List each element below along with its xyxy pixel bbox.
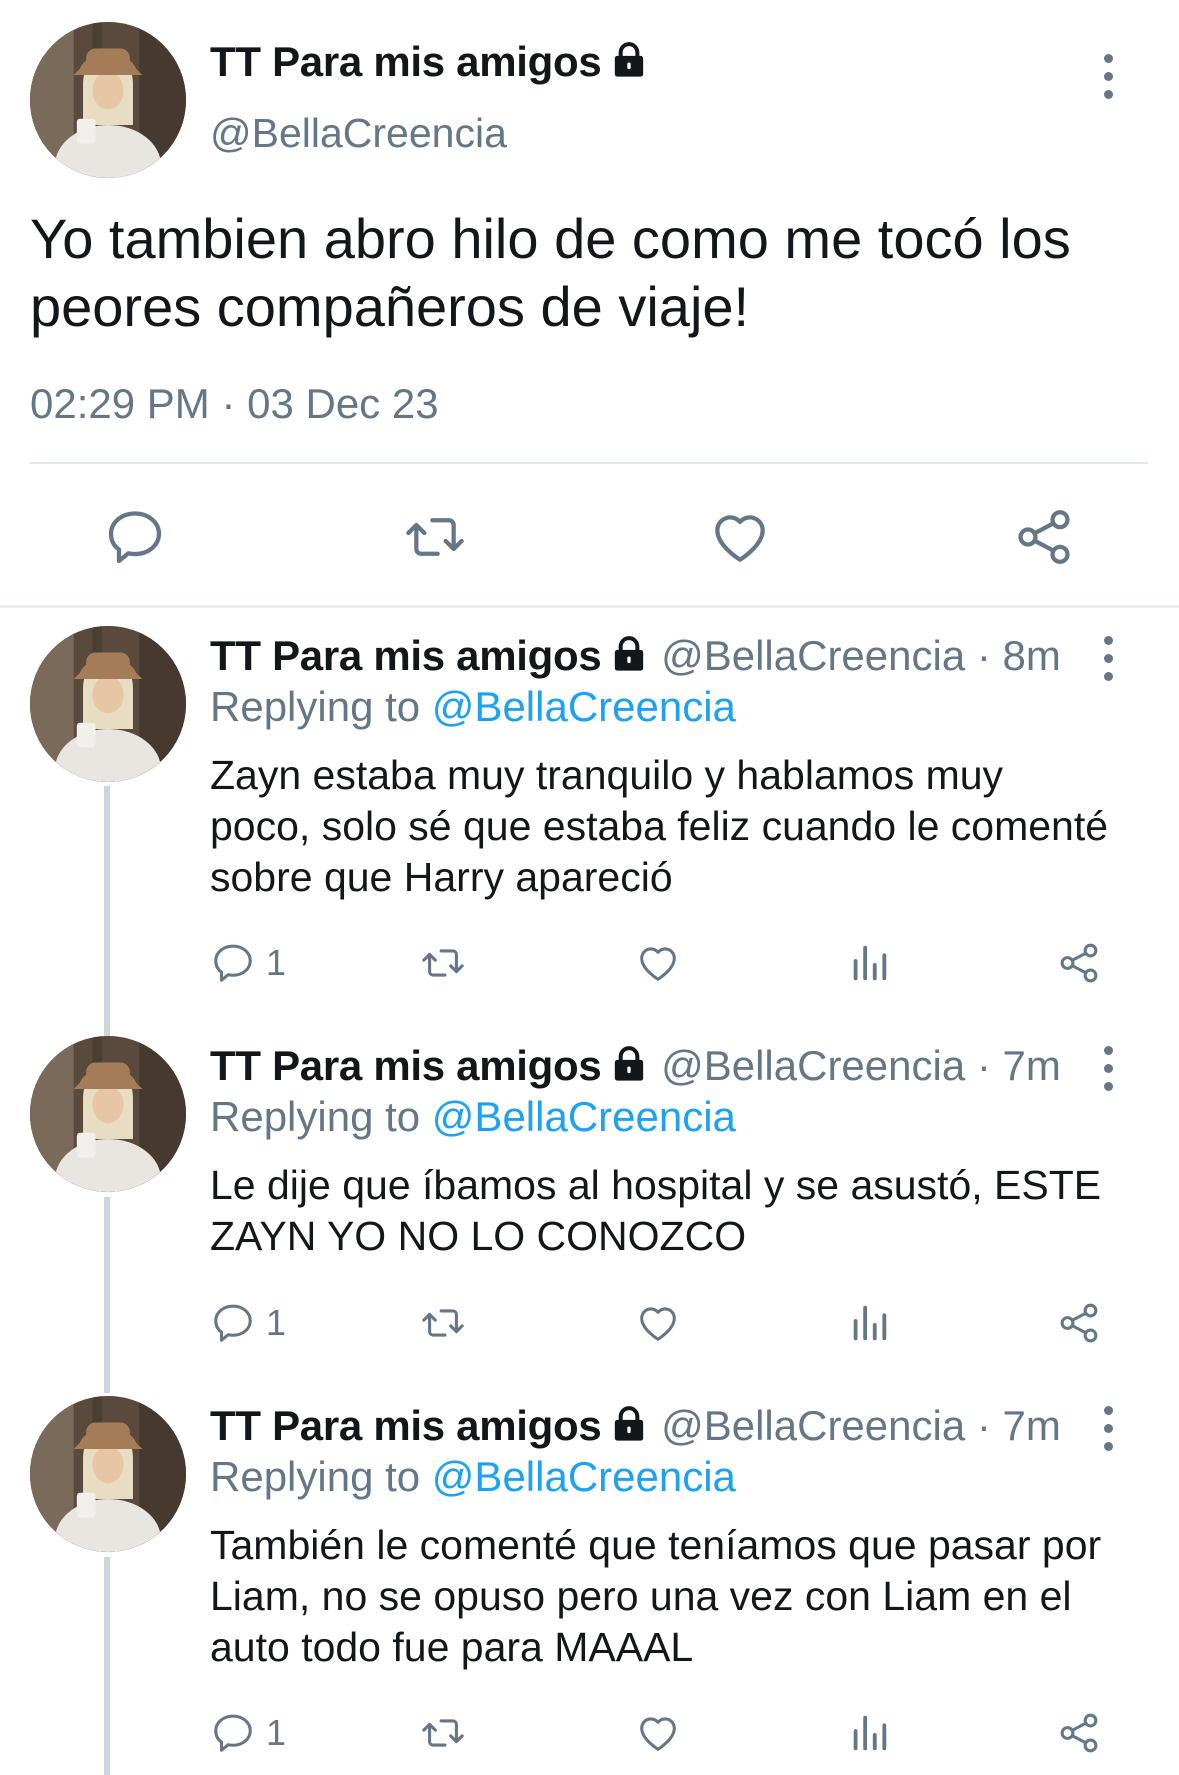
reply-header: TT Para mis amigos @BellaCreencia · 7m [210, 1402, 1061, 1450]
user-handle[interactable]: @BellaCreencia [210, 110, 507, 157]
like-icon[interactable] [708, 505, 772, 569]
replying-prefix: Replying to [210, 1453, 421, 1500]
avatar-image [30, 22, 186, 178]
reply-text: Zayn estaba muy tranquilo y hablamos muy… [210, 752, 1109, 900]
separator-dot: · [976, 632, 991, 679]
lock-icon [609, 634, 649, 674]
more-options-icon[interactable] [1100, 54, 1116, 99]
reply-tweet[interactable]: TT Para mis amigos @BellaCreencia · 8m R… [0, 626, 1179, 1006]
like-icon[interactable] [635, 938, 681, 988]
separator-dot: · [976, 1042, 991, 1089]
avatar-image [30, 626, 186, 782]
reply-time[interactable]: 7m [1003, 1042, 1061, 1089]
lock-icon [609, 1044, 649, 1084]
more-options-icon[interactable] [1100, 1046, 1116, 1091]
replying-prefix: Replying to [210, 683, 421, 730]
user-handle[interactable]: @BellaCreencia [661, 632, 965, 679]
retweet-icon[interactable] [420, 1298, 466, 1348]
reply-icon[interactable] [103, 505, 167, 569]
more-options-icon[interactable] [1100, 1406, 1116, 1451]
reply-actions: 1 [210, 938, 1110, 988]
reply-tweet[interactable]: TT Para mis amigos @BellaCreencia · 7m R… [0, 1396, 1179, 1775]
reply-header: TT Para mis amigos @BellaCreencia · 7m [210, 1042, 1061, 1090]
avatar[interactable] [30, 22, 186, 178]
reply-header: TT Para mis amigos @BellaCreencia · 8m [210, 632, 1061, 680]
reply-count: 1 [266, 942, 287, 983]
replying-to-link[interactable]: @BellaCreencia [432, 1093, 736, 1140]
user-handle[interactable]: @BellaCreencia [661, 1402, 965, 1449]
retweet-icon[interactable] [403, 505, 467, 569]
share-icon[interactable] [1056, 1298, 1102, 1348]
reply-time[interactable]: 7m [1003, 1402, 1061, 1449]
reply-button[interactable]: 1 [210, 1298, 286, 1348]
reply-actions: 1 [210, 1298, 1110, 1348]
analytics-icon[interactable] [846, 938, 892, 988]
like-icon[interactable] [635, 1298, 681, 1348]
lock-icon [609, 40, 649, 80]
retweet-icon[interactable] [420, 938, 466, 988]
tweet-text: Yo tambien abro hilo de como me tocó los… [30, 207, 1071, 338]
analytics-icon[interactable] [846, 1708, 892, 1758]
reply-icon [210, 940, 256, 986]
avatar-image [30, 1396, 186, 1552]
display-name[interactable]: TT Para mis amigos [210, 632, 602, 679]
like-icon[interactable] [635, 1708, 681, 1758]
replying-to: Replying to @BellaCreencia [210, 683, 736, 731]
reply-icon [210, 1300, 256, 1346]
reply-text: También le comenté que teníamos que pasa… [210, 1522, 1102, 1670]
replying-to-link[interactable]: @BellaCreencia [432, 1453, 736, 1500]
section-divider [0, 605, 1179, 608]
reply-icon [210, 1710, 256, 1756]
display-name[interactable]: TT Para mis amigos [210, 1042, 602, 1089]
avatar[interactable] [30, 1396, 186, 1552]
reply-count: 1 [266, 1712, 287, 1753]
avatar[interactable] [30, 1036, 186, 1192]
reply-button[interactable]: 1 [210, 1708, 286, 1758]
reply-time[interactable]: 8m [1003, 632, 1061, 679]
share-icon[interactable] [1012, 505, 1076, 569]
share-icon[interactable] [1056, 938, 1102, 988]
avatar-image [30, 1036, 186, 1192]
replying-to: Replying to @BellaCreencia [210, 1093, 736, 1141]
reply-actions: 1 [210, 1708, 1110, 1758]
display-name[interactable]: TT Para mis amigos [210, 38, 649, 86]
lock-icon [609, 1404, 649, 1444]
replying-prefix: Replying to [210, 1093, 421, 1140]
replying-to-link[interactable]: @BellaCreencia [432, 683, 736, 730]
display-name[interactable]: TT Para mis amigos [210, 1402, 602, 1449]
more-options-icon[interactable] [1100, 636, 1116, 681]
reply-tweet[interactable]: TT Para mis amigos @BellaCreencia · 7m R… [0, 1036, 1179, 1376]
reply-text: Le dije que íbamos al hospital y se asus… [210, 1162, 1102, 1259]
tweet-timestamp[interactable]: 02:29 PM · 03 Dec 23 [30, 380, 439, 428]
reply-button[interactable]: 1 [210, 938, 286, 988]
replying-to: Replying to @BellaCreencia [210, 1453, 736, 1501]
divider [30, 462, 1148, 464]
avatar[interactable] [30, 626, 186, 782]
analytics-icon[interactable] [846, 1298, 892, 1348]
share-icon[interactable] [1056, 1708, 1102, 1758]
retweet-icon[interactable] [420, 1708, 466, 1758]
reply-count: 1 [266, 1302, 287, 1343]
display-name-text: TT Para mis amigos [210, 38, 602, 85]
user-handle[interactable]: @BellaCreencia [661, 1042, 965, 1089]
separator-dot: · [976, 1402, 991, 1449]
